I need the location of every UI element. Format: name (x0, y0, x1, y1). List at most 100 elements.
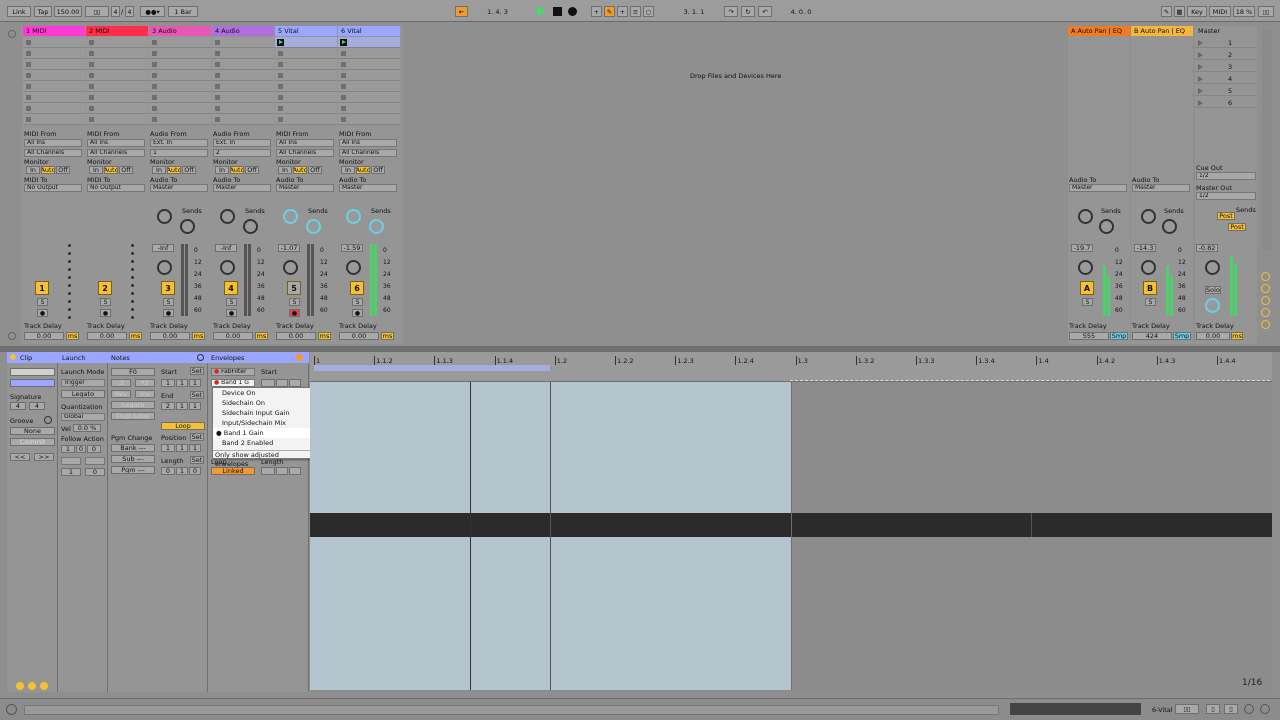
clip-editor[interactable]: 1/16 (310, 352, 1272, 692)
envelope-length-sixteenth[interactable] (289, 467, 301, 475)
track-delay-unit[interactable]: ms (129, 332, 142, 340)
groove-hot-swap-icon[interactable] (44, 416, 52, 424)
quantize-select[interactable]: 1 Bar (168, 6, 198, 17)
length-set-button[interactable]: Set (190, 456, 204, 464)
return-send-b-knob[interactable] (1099, 219, 1114, 234)
slot-stop-icon[interactable] (341, 117, 346, 122)
clip-slot[interactable] (275, 37, 337, 48)
follow-chance-a[interactable]: 1 (61, 468, 81, 476)
overdub-icon[interactable]: + (591, 6, 602, 17)
envelope-start-bar[interactable] (261, 379, 275, 387)
draw-mode-icon[interactable]: ✎ (1161, 6, 1172, 17)
notes-tab-icon[interactable] (40, 682, 48, 690)
menu-item[interactable]: Band 2 Enabled (213, 438, 311, 448)
clip-slot[interactable] (338, 114, 400, 125)
clip-slot[interactable] (338, 92, 400, 103)
loop-length-field[interactable]: 4. 0. 0 (776, 6, 826, 17)
return-pan-knob[interactable] (1141, 260, 1156, 275)
track-title[interactable]: 6 Vital (338, 26, 400, 36)
slot-stop-icon[interactable] (26, 106, 31, 111)
overview-strip[interactable] (1010, 703, 1141, 715)
return-delay-unit[interactable]: Smp (1110, 332, 1128, 340)
pan-knob[interactable] (157, 260, 172, 275)
monitor-auto-button[interactable]: Auto (293, 166, 307, 174)
track-delay-field[interactable]: 0.00 (213, 332, 253, 340)
pan-knob[interactable] (346, 260, 361, 275)
end-set-button[interactable]: Set (190, 391, 204, 399)
track-delay-unit[interactable]: ms (381, 332, 394, 340)
double-length-icon[interactable]: *2 (135, 379, 155, 387)
clip-slot[interactable] (149, 48, 211, 59)
send-a-knob[interactable] (220, 209, 235, 224)
master-header[interactable]: Master (1195, 26, 1257, 36)
slot-stop-icon[interactable] (152, 95, 157, 100)
velocity-field[interactable]: 0.0 % (73, 424, 101, 432)
slot-stop-icon[interactable] (89, 40, 94, 45)
master-delay-field[interactable]: 0.00 (1196, 332, 1230, 340)
slot-stop-icon[interactable] (152, 40, 157, 45)
clip-slot[interactable] (212, 70, 274, 81)
tracks-4-from_value[interactable]: All Ins (276, 139, 334, 147)
groove-select[interactable]: None (10, 427, 55, 435)
return-send-a-knob[interactable] (1141, 209, 1156, 224)
automation-arm-icon[interactable]: ✎ (604, 6, 615, 17)
duplicate-loop-button[interactable]: Dupl.Loop (111, 412, 155, 420)
track-title[interactable]: 3 Audio (149, 26, 211, 36)
view-toggle-icon[interactable] (8, 332, 16, 340)
arm-icon[interactable]: ● (37, 309, 48, 317)
drop-area[interactable]: Drop Files and Devices Here (403, 26, 1068, 344)
tracks-3-channel[interactable]: 2 (213, 149, 271, 157)
arm-icon[interactable]: ● (100, 309, 111, 317)
clip-slot[interactable] (23, 103, 85, 114)
tracks-4-channel[interactable]: All Channels (276, 149, 334, 157)
track-activator[interactable]: 5 (287, 281, 301, 295)
monitor-in-button[interactable]: In (26, 166, 40, 174)
time-signature-denominator[interactable]: 4 (125, 6, 134, 17)
half-length-icon[interactable]: :2 (111, 379, 131, 387)
reverse-button[interactable]: Rev (111, 390, 131, 398)
clip-slot[interactable] (23, 59, 85, 70)
slot-stop-icon[interactable] (89, 51, 94, 56)
return-activator[interactable]: A (1080, 281, 1094, 295)
slot-stop-icon[interactable] (278, 62, 283, 67)
slot-stop-icon[interactable] (89, 84, 94, 89)
start-bar-field[interactable]: 1 (161, 379, 175, 387)
clip-slot[interactable] (212, 59, 274, 70)
tempo-field[interactable]: 150.00 (54, 6, 82, 17)
track-delay-field[interactable]: 0.00 (339, 332, 379, 340)
sends-toggle-icon[interactable] (1261, 284, 1270, 293)
clip-slot[interactable] (149, 59, 211, 70)
slot-stop-icon[interactable] (152, 51, 157, 56)
send-b-knob[interactable] (369, 219, 384, 234)
slot-stop-icon[interactable] (152, 117, 157, 122)
monitor-off-button[interactable]: Off (119, 166, 133, 174)
envelopes-panel-toggle-icon[interactable] (296, 354, 303, 361)
track-activator[interactable]: 6 (350, 281, 364, 295)
scene-row[interactable]: 2 (1195, 49, 1257, 60)
end-beat-field[interactable]: 1 (176, 402, 188, 410)
signature-denominator[interactable]: 4 (29, 402, 45, 410)
clip-slot[interactable] (149, 114, 211, 125)
clip-slot[interactable] (275, 92, 337, 103)
pan-knob[interactable] (283, 260, 298, 275)
clip-slot[interactable] (275, 114, 337, 125)
signature-numerator[interactable]: 4 (10, 402, 26, 410)
tracks-1-from_value[interactable]: All Ins (87, 139, 145, 147)
keyboard-icon[interactable]: ▦ (1174, 6, 1185, 17)
master-post-button-b[interactable]: Post (1228, 223, 1246, 231)
clip-slot[interactable] (338, 70, 400, 81)
clip-slot[interactable] (338, 37, 400, 48)
tracks-4-out_value[interactable]: Master (276, 184, 334, 192)
notes-legato-button[interactable]: Legato (111, 401, 155, 409)
return-pan-knob[interactable] (1078, 260, 1093, 275)
monitor-auto-button[interactable]: Auto (356, 166, 370, 174)
scene-launch-icon[interactable] (1198, 76, 1203, 82)
key-map-button[interactable]: Key (1187, 6, 1207, 17)
envelope-device-select[interactable]: ● FabFilter (211, 368, 255, 376)
slot-stop-icon[interactable] (89, 62, 94, 67)
track-title[interactable]: 2 MIDI (86, 26, 148, 36)
only-adjusted-envelopes-option[interactable]: Only show adjusted envelopes (213, 450, 311, 468)
monitor-in-button[interactable]: In (152, 166, 166, 174)
tracks-2-channel[interactable]: 1 (150, 149, 208, 157)
loop-button[interactable]: Loop (161, 422, 205, 430)
